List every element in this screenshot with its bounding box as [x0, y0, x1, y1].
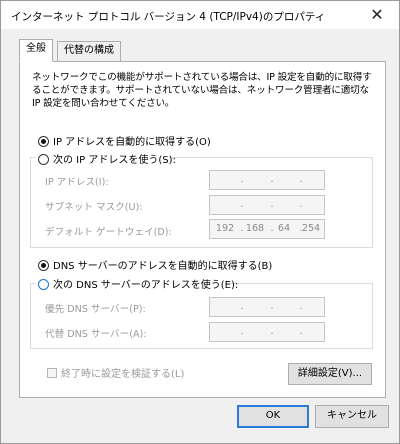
- title-bar: インターネット プロトコル バージョン 4 (TCP/IPv4)のプロパティ ✕: [1, 1, 399, 29]
- radio-ip-manual-label: 次の IP アドレスを使う(S):: [53, 155, 176, 166]
- default-gateway-input[interactable]: 192. 168. 64. 254: [209, 219, 325, 239]
- radio-ip-manual-indicator: [38, 154, 49, 165]
- alternate-dns-label: 代替 DNS サーバー(A):: [45, 329, 147, 340]
- validate-checkbox-box: [47, 368, 57, 378]
- subnet-mask-input[interactable]: . . .: [209, 195, 325, 215]
- radio-ip-auto[interactable]: IP アドレスを自動的に取得する(O): [38, 133, 211, 148]
- advanced-settings-button[interactable]: 詳細設定(V)...: [288, 363, 372, 385]
- validate-on-exit-checkbox[interactable]: 終了時に設定を検証する(L): [47, 365, 184, 380]
- description-text: ネットワークでこの機能がサポートされている場合は、IP 設定を自動的に取得するこ…: [32, 72, 372, 109]
- radio-dns-auto[interactable]: DNS サーバーのアドレスを自動的に取得する(B): [38, 257, 273, 272]
- default-gateway-label: デフォルト ゲートウェイ(D):: [45, 227, 172, 238]
- radio-dns-manual[interactable]: 次の DNS サーバーのアドレスを使う(E):: [38, 276, 239, 291]
- radio-dns-manual-indicator: [38, 279, 49, 290]
- tab-alternate-config[interactable]: 代替の構成: [57, 41, 121, 61]
- radio-dns-auto-label: DNS サーバーのアドレスを自動的に取得する(B): [53, 261, 273, 272]
- subnet-mask-label: サブネット マスク(U):: [45, 202, 143, 213]
- ip-address-input[interactable]: . . .: [209, 170, 325, 190]
- validate-checkbox-label: 終了時に設定を検証する(L): [61, 369, 185, 380]
- preferred-dns-input[interactable]: . . .: [209, 297, 325, 317]
- window-title: インターネット プロトコル バージョン 4 (TCP/IPv4)のプロパティ: [11, 11, 326, 23]
- ok-button[interactable]: OK: [237, 405, 309, 428]
- radio-dns-manual-label: 次の DNS サーバーのアドレスを使う(E):: [53, 280, 239, 291]
- preferred-dns-label: 優先 DNS サーバー(P):: [45, 304, 146, 315]
- radio-dns-auto-indicator: [38, 260, 49, 271]
- radio-ip-auto-indicator: [38, 136, 49, 147]
- ip-address-label: IP アドレス(I):: [45, 177, 109, 188]
- close-icon[interactable]: ✕: [355, 1, 399, 29]
- radio-ip-auto-label: IP アドレスを自動的に取得する(O): [53, 137, 211, 148]
- tcpip-properties-dialog: インターネット プロトコル バージョン 4 (TCP/IPv4)のプロパティ ✕…: [0, 0, 400, 444]
- tab-general[interactable]: 全般: [19, 39, 53, 62]
- alternate-dns-input[interactable]: . . .: [209, 322, 325, 342]
- radio-ip-manual[interactable]: 次の IP アドレスを使う(S):: [38, 151, 176, 166]
- cancel-button[interactable]: キャンセル: [315, 405, 389, 428]
